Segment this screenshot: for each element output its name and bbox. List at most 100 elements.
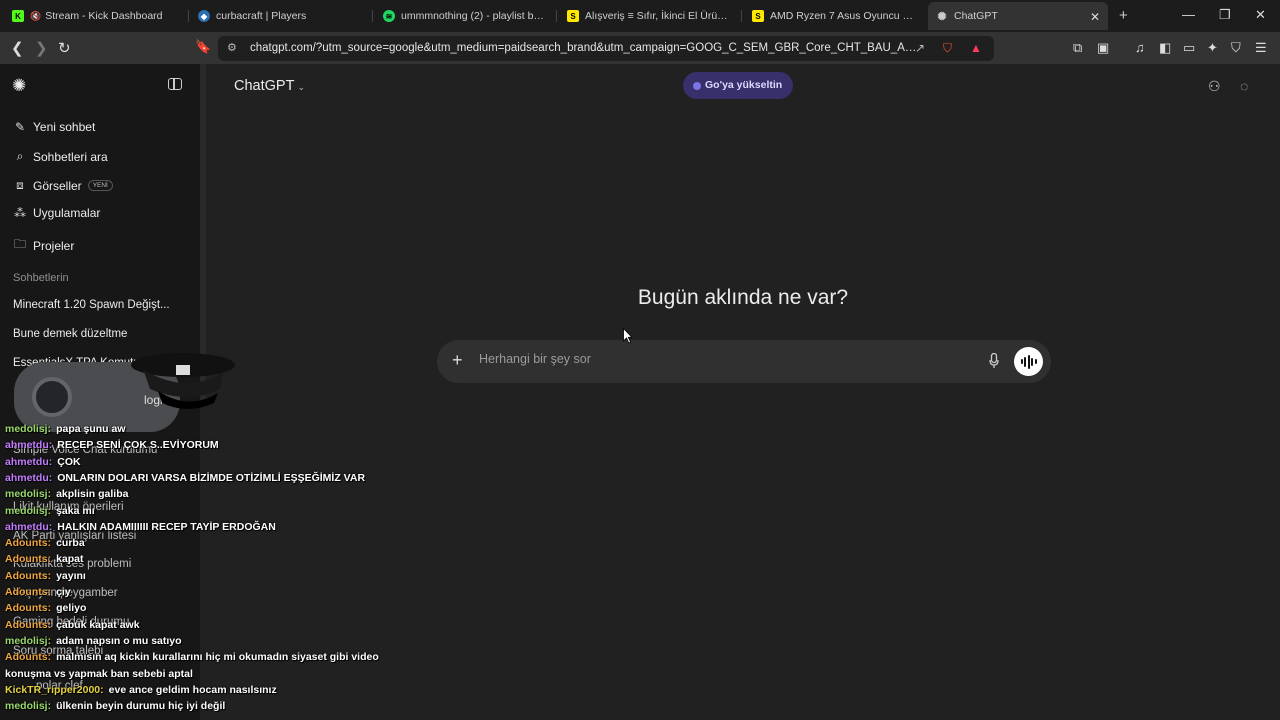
close-tab-icon[interactable]: ✕ [1090,10,1100,24]
brave-shield-icon[interactable]: ⛉ [943,41,952,56]
chat-text: eve ance geldim hocam nasılsınız [108,683,277,696]
sidebar-item-images[interactable]: ⧈ Görseller YENİ [12,178,113,193]
tab-separator [188,10,189,22]
tab-kick-dashboard[interactable]: K 🔇 Stream - Kick Dashboard [12,4,182,28]
ai-assistant-icon[interactable]: ✦ [1207,40,1218,56]
tab-strip: K 🔇 Stream - Kick Dashboard ◆ curbacraft… [0,0,1280,32]
tab-title: ChatGPT [954,10,998,22]
chat-text: akplisin galiba [56,488,129,501]
chat-username: Adounts: [5,602,52,615]
chat-username: Adounts: [5,586,52,598]
sidebar-item-apps[interactable]: ⁂ Uygulamalar [12,206,100,220]
share-icon[interactable]: ↗ [915,41,925,55]
chat-message: ahmetdu: ONLARIN DOLARI VARSA BİZİMDE OTİ… [5,472,365,484]
chat-username: medolisj: [5,423,52,435]
tab-laptop[interactable]: S AMD Ryzen 7 Asus Oyuncu Laptop [752,4,916,28]
extensions-icon[interactable]: ⧉ [1073,40,1082,56]
bookmark-icon[interactable]: 🔖 [195,39,211,55]
brave-rewards-icon[interactable]: ▲ [970,41,982,55]
vpn-icon[interactable]: ⛉ [1231,40,1241,56]
sidebar-panel-icon[interactable]: ◧ [1159,40,1171,56]
tab-chatgpt[interactable]: ✺ ChatGPT ✕ [928,2,1108,30]
chat-message: medolisj: adam napsın o mu satıyo [5,635,182,647]
chat-text: yayını [56,569,86,582]
temporary-chat-icon[interactable]: ◌ [1240,78,1248,94]
url-text: chatgpt.com/?utm_source=google&utm_mediu… [250,42,920,54]
chat-message: KickTR_ripper2000: eve ance geldim hocam … [5,684,277,696]
sahibinden-icon: S [752,10,764,22]
sidebar-item-label: Görseller [33,178,82,193]
address-bar[interactable]: ⚙ chatgpt.com/?utm_source=google&utm_med… [218,36,994,61]
chat-message: Adounts: kapat [5,553,84,565]
minimize-icon[interactable]: — [1182,7,1195,22]
sahibinden-icon: S [567,10,579,22]
maximize-icon[interactable]: ❐ [1219,7,1231,23]
tab-separator [372,10,373,22]
plus-icon[interactable]: + [452,350,463,371]
apps-icon: ⁂ [14,206,26,220]
composer: + [437,340,1051,383]
tab-curbacraft[interactable]: ◆ curbacraft | Players [198,4,368,28]
chat-message: konuşma vs yapmak ban sebebi aptal [5,668,193,680]
chat-text: şaka mı [56,504,95,517]
chat-message: ahmetdu: RECEP SENİ ÇOK S..EVİYORUM [5,439,219,451]
new-tab-button[interactable]: + [1119,7,1128,24]
chat-history-item[interactable]: Bune demek düzeltme [13,328,193,340]
mouse-cursor-icon [623,328,633,344]
forward-icon[interactable]: ❯ [35,39,48,57]
voice-mode-button[interactable] [1014,347,1043,376]
search-icon: ⌕ [16,149,24,163]
chat-message: medolisj: şaka mı [5,505,95,517]
chat-username: medolisj: [5,700,52,713]
tab-spotify[interactable]: ≋ ummmnothing (2) - playlist by ku [383,4,549,28]
site-info-icon[interactable]: ⚙ [227,41,237,54]
hero-text: Bugün aklında ne var? [637,286,849,309]
tab-title: AMD Ryzen 7 Asus Oyuncu Laptop [770,10,916,22]
folder-icon: 🗀 [13,237,26,251]
sidebar-item-search-chats[interactable]: ⌕ Sohbetleri ara [12,149,108,164]
chat-message: medolisj: akplisin galiba [5,488,128,500]
chat-text: ülkenin beyin durumu hiç iyi değil [56,700,226,713]
chat-message: ahmetdu: ÇOK [5,456,81,468]
model-selector[interactable]: ChatGPT ⌄ [234,78,305,94]
chat-username: medolisj: [5,634,52,647]
sidebar-item-projects[interactable]: 🗀 Projeler [12,235,74,256]
chat-text: kapat [56,553,84,566]
tab-title: curbacraft | Players [216,10,307,22]
sidebar-item-new-chat[interactable]: ✎ Yeni sohbet [12,120,95,134]
tab-shopping[interactable]: S Alışveriş ≡ Sıfır, İkinci El Ürünlerle… [567,4,733,28]
close-window-icon[interactable]: ✕ [1255,7,1266,23]
chat-username: ahmetdu: [5,439,53,452]
chat-message: ahmetdu: HALKIN ADAMIIIIII RECEP TAYİP ER… [5,521,276,533]
chat-text: papa şunu aw [56,423,126,435]
back-icon[interactable]: ❮ [11,39,24,57]
upgrade-button[interactable]: Go'ya yükseltin [683,72,794,99]
music-icon[interactable]: ♫ [1135,40,1145,55]
model-name: ChatGPT [234,78,295,94]
chevron-down-icon: ⌄ [297,82,305,92]
chat-message: Adounts: yayını [5,570,86,582]
sidebar-item-label: Yeni sohbet [33,120,96,134]
chat-message: medolisj: ülkenin beyin durumu hiç iyi de… [5,700,225,712]
microphone-icon[interactable] [989,353,999,369]
reader-icon[interactable]: ▣ [1097,40,1109,56]
chat-text: geliyo [56,602,87,615]
chat-message: Adounts: çabuk kapat awk [5,619,140,631]
waveform-bar [1020,359,1023,364]
sidebar-item-label: Projeler [33,238,75,253]
waveform-bar [1031,357,1033,366]
user-add-icon[interactable]: ⚇ [1208,78,1221,95]
reload-icon[interactable]: ↻ [58,39,71,57]
menu-icon[interactable]: ☰ [1255,40,1267,56]
chat-username: ahmetdu: [5,520,53,533]
waveform-bar [1024,356,1026,367]
prompt-input[interactable] [479,352,949,366]
openai-logo-icon[interactable]: ✺ [12,76,26,96]
wallet-icon[interactable]: ▭ [1183,40,1195,56]
tab-title: Alışveriş ≡ Sıfır, İkinci El Ürünlerle ≡ [585,10,733,22]
tab-title: Stream - Kick Dashboard [45,10,163,22]
browser-toolbar: ❮ ❯ ↻ 🔖 ⚙ chatgpt.com/?utm_source=google… [0,32,1280,64]
chat-text: adam napsın o mu satıyo [56,634,182,647]
sidebar-toggle-icon[interactable] [168,78,182,90]
chat-username: Adounts: [5,618,52,631]
